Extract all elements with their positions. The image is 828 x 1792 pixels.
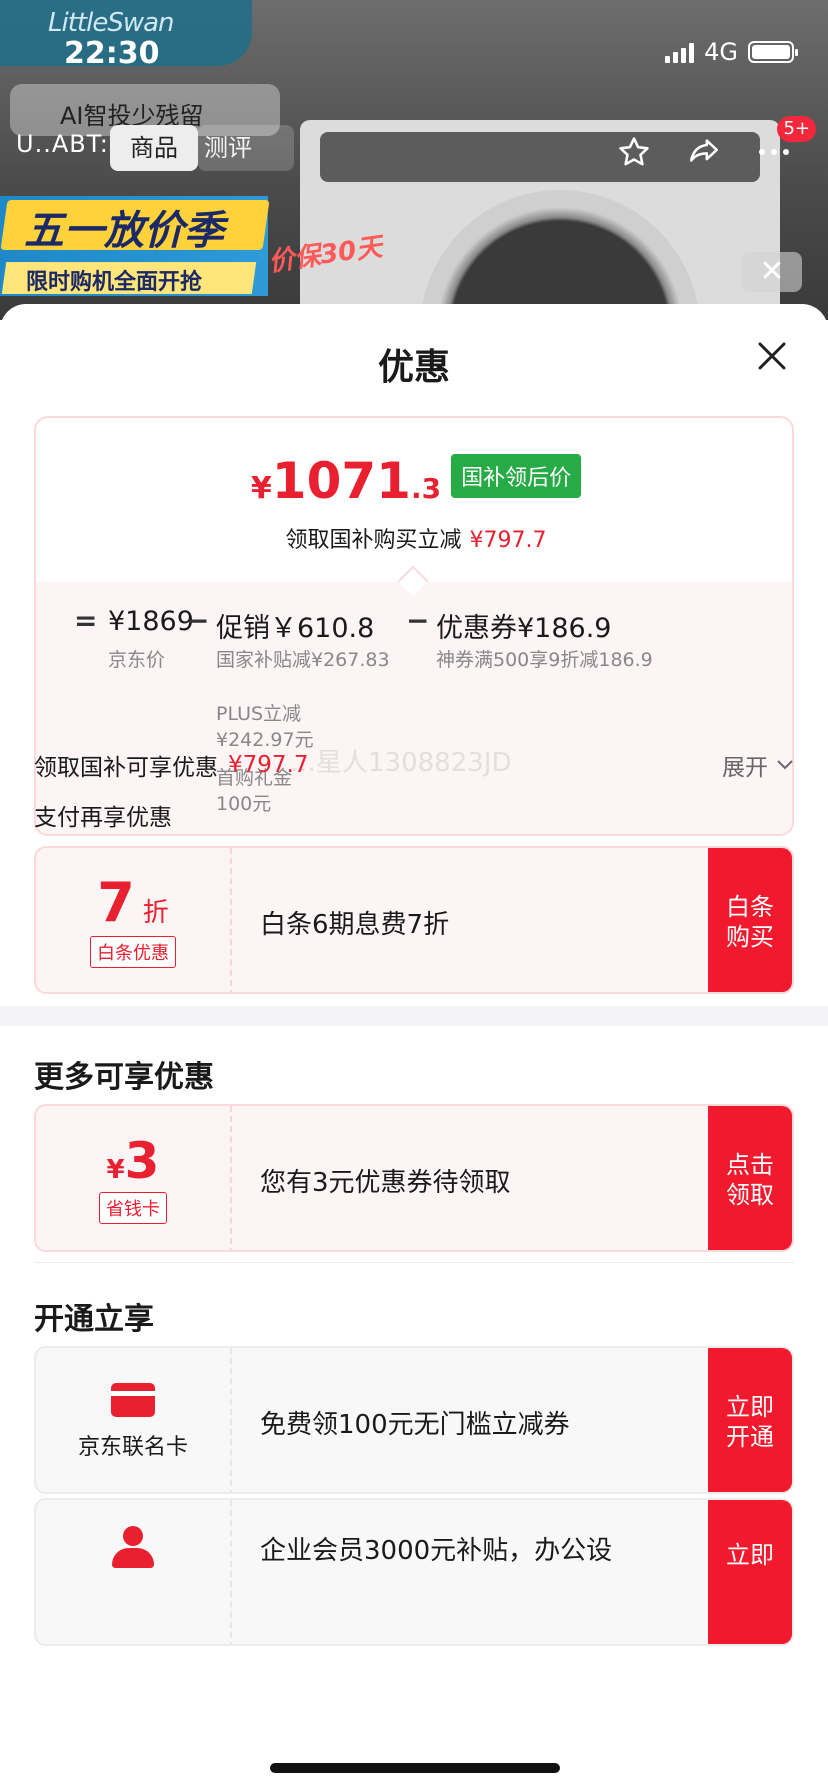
jd-card-offer-text: 免费领100元无门槛立减券: [260, 1409, 570, 1440]
discount-value: 7折: [97, 871, 169, 934]
promo-value: 促销￥610.8: [216, 613, 375, 644]
coupon-value: 优惠券¥186.9: [436, 613, 612, 644]
baitiao-buy-button[interactable]: 白条购买: [708, 848, 792, 992]
open-benefits-title: 开通立享: [34, 1302, 154, 1337]
more-offers-title: 更多可享优惠: [34, 1060, 214, 1095]
gov-subsidy-label: 领取国补可享优惠: [34, 755, 218, 781]
promo-subtitle: 限时购机全面开抢: [26, 270, 203, 295]
enterprise-offer[interactable]: 企业会员3000元补贴，办公设 立即: [34, 1498, 794, 1646]
final-price-row: ¥1071.3 国补领后价: [36, 452, 792, 510]
promo-item: 国家补贴减¥267.83: [216, 649, 390, 671]
jd-price-label: 京东价: [108, 649, 166, 671]
reduce-label: 领取国补购买立减: [285, 528, 462, 553]
section-gap: [0, 1006, 828, 1026]
enterprise-button[interactable]: 立即: [708, 1500, 792, 1644]
jd-price: ¥1869: [108, 606, 194, 637]
baitiao-offer-left: 7折 白条优惠: [36, 848, 232, 992]
saver-card-offer[interactable]: ¥3 省钱卡 您有3元优惠券待领取 点击领取: [34, 1104, 794, 1252]
open-now-button[interactable]: 立即开通: [708, 1348, 792, 1492]
jd-card-label: 京东联名卡: [77, 1435, 188, 1460]
reduce-value: ¥797.7: [469, 528, 547, 553]
network-type: 4G: [704, 38, 738, 66]
enterprise-offer-left: [36, 1500, 232, 1644]
saver-offer-left: ¥3 省钱卡: [36, 1106, 232, 1250]
discount-sheet: 优惠 ¥1071.3 国补领后价 领取国补购买立减 ¥797.7 = ¥1869 …: [0, 304, 828, 1792]
star-icon[interactable]: [610, 128, 658, 176]
abt-label: U..ABT:: [16, 130, 109, 158]
person-icon: [110, 1526, 156, 1570]
close-icon[interactable]: [750, 334, 794, 378]
tab-review[interactable]: 测评: [198, 125, 294, 171]
divider: [34, 1262, 794, 1263]
promo-item: PLUS立减: [216, 703, 302, 725]
expand-button[interactable]: 展开: [722, 748, 794, 782]
notification-badge: 5+: [777, 116, 816, 142]
baitiao-tag: 白条优惠: [90, 936, 176, 968]
baitiao-offer-text: 白条6期息费7折: [260, 909, 450, 940]
baitiao-offer[interactable]: 7折 白条优惠 白条6期息费7折 白条购买: [34, 846, 794, 994]
saver-card-tag: 省钱卡: [99, 1192, 167, 1224]
claim-button[interactable]: 点击领取: [708, 1106, 792, 1250]
top-action-icons: [610, 128, 798, 176]
sheet-title: 优惠: [377, 347, 450, 388]
equals-sign: =: [74, 604, 98, 637]
saver-offer-text: 您有3元优惠券待领取: [260, 1167, 511, 1198]
jd-card-offer[interactable]: 京东联名卡 免费领100元无门槛立减券 立即开通: [34, 1346, 794, 1494]
signal-icon: [665, 41, 695, 63]
coupon-amount: ¥3: [106, 1132, 160, 1190]
tab-goods[interactable]: 商品: [110, 125, 198, 171]
share-icon[interactable]: [680, 128, 728, 176]
minus-sign: −: [406, 604, 430, 637]
status-time: 22:30: [64, 36, 160, 71]
pay-section-title: 支付再享优惠: [34, 805, 172, 831]
minus-sign: −: [186, 604, 210, 637]
promo-title: 五一放价季: [24, 208, 224, 254]
status-icons: 4G: [665, 38, 798, 66]
close-icon[interactable]: ✕: [742, 252, 802, 292]
brand-logo-text: LittleSwan: [48, 8, 174, 38]
home-indicator: [270, 1763, 560, 1773]
coupon-desc: 神券满500享9折减186.9: [436, 649, 653, 671]
reduce-row: 领取国补购买立减 ¥797.7: [36, 522, 792, 554]
enterprise-offer-text: 企业会员3000元补贴，办公设: [260, 1536, 613, 1566]
battery-icon: [748, 41, 798, 63]
gov-subsidy-tag: 国补领后价: [451, 454, 582, 498]
final-price: ¥1071.3: [250, 452, 442, 510]
jd-card-offer-left: 京东联名卡: [36, 1348, 232, 1492]
watermark: …星人1308823JD: [290, 748, 512, 778]
card-icon: [111, 1383, 155, 1417]
chevron-down-icon: [777, 760, 793, 770]
